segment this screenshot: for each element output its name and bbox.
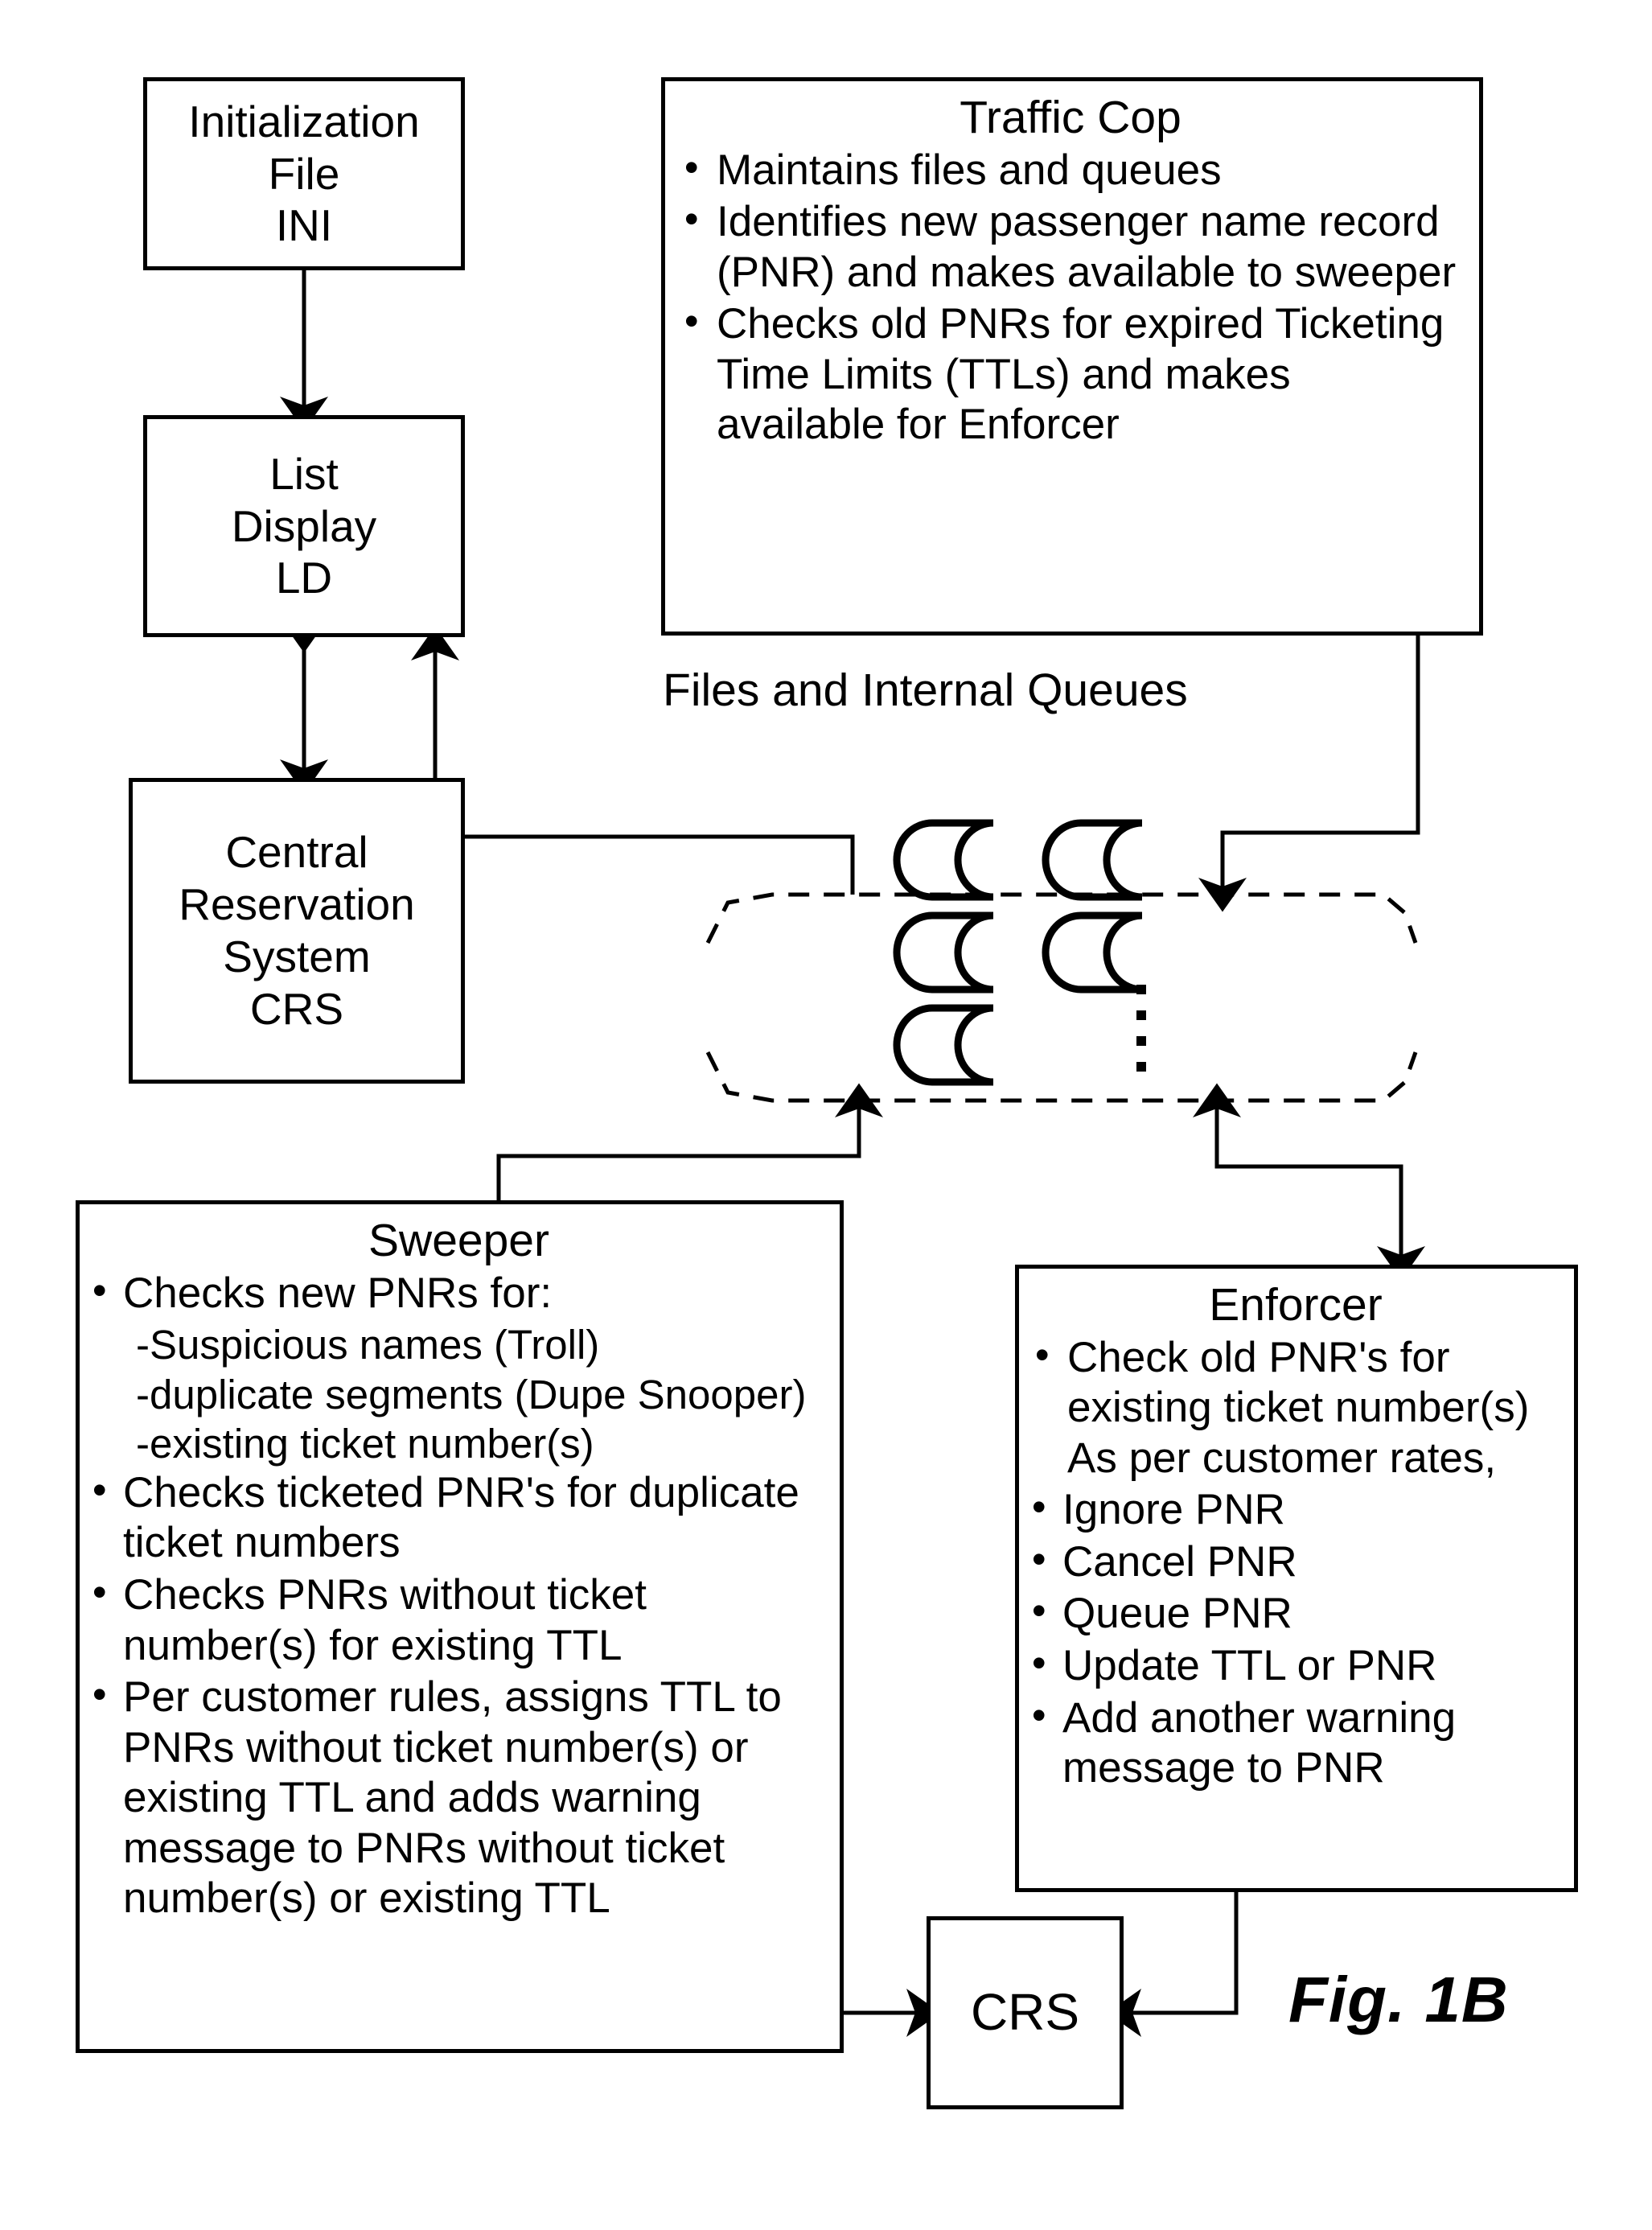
box-enforcer-title: Enforcer (1209, 1279, 1383, 1331)
box-sweeper: Sweeper Checks new PNRs for: -Suspicious… (76, 1200, 844, 2053)
sweeper-sub-bullet: -existing ticket number(s) (136, 1420, 594, 1467)
box-crs-bottom-title: CRS (970, 1983, 1080, 2042)
queue-icon (1042, 819, 1143, 901)
enforcer-bullet: Update TTL or PNR (1030, 1640, 1561, 1692)
sweeper-bullet: Checks PNRs without ticket number(s) for… (91, 1569, 827, 1671)
sweeper-sub-bullet: -Suspicious names (Troll) (136, 1322, 600, 1368)
box-sweeper-title: Sweeper (368, 1215, 549, 1266)
traffic-cop-bullet: Maintains files and queues (680, 144, 1461, 196)
box-central-reservation-system-title: Central Reservation System CRS (179, 827, 415, 1034)
box-traffic-cop-title: Traffic Cop (960, 92, 1181, 143)
figure-1b-diagram: Initialization File INI List Display LD … (0, 0, 1652, 2230)
queue-icon (893, 819, 994, 901)
enforcer-bullet-list: Check old PNR's for existing ticket numb… (1030, 1331, 1561, 1794)
enforcer-bullet: Check old PNR's for existing ticket numb… (1030, 1331, 1561, 1484)
queue-cloud-outline (705, 892, 1418, 1103)
files-and-internal-queues-label: Files and Internal Queues (663, 664, 1188, 716)
sweeper-bullet: Checks ticketed PNR's for duplicate tick… (91, 1467, 827, 1569)
box-enforcer: Enforcer Check old PNR's for existing ti… (1015, 1265, 1578, 1892)
traffic-cop-bullet: Checks old PNRs for expired Ticketing Ti… (680, 298, 1461, 451)
box-list-display-title: List Display LD (231, 448, 377, 603)
traffic-cop-bullet: Identifies new passenger name record (PN… (680, 195, 1461, 298)
box-initialization-file-title: Initialization File INI (188, 96, 420, 251)
box-crs-bottom: CRS (927, 1916, 1124, 2109)
enforcer-bullet: Ignore PNR (1030, 1483, 1561, 1536)
queue-ellipsis-dots (1136, 985, 1146, 1072)
sweeper-bullet: Per customer rules, assigns TTL to PNRs … (91, 1671, 827, 1924)
box-list-display: List Display LD (143, 415, 465, 637)
box-traffic-cop: Traffic Cop Maintains files and queues I… (661, 77, 1483, 636)
figure-label: Fig. 1B (1288, 1964, 1509, 2035)
queue-icon-group (893, 819, 1143, 1086)
enforcer-bullet: Cancel PNR (1030, 1536, 1561, 1588)
sweeper-sub-bullet: -duplicate segments (Dupe Snooper) (136, 1371, 807, 1417)
sweeper-bullet: Checks new PNRs for: (91, 1267, 827, 1319)
arrow-enforcer-to-crs (1107, 1891, 1239, 2037)
queue-icon (1042, 911, 1143, 994)
traffic-cop-bullet-list: Maintains files and queues Identifies ne… (680, 144, 1461, 451)
box-initialization-file: Initialization File INI (143, 77, 465, 270)
arrow-enforcer-to-cloud (1193, 1083, 1425, 1281)
enforcer-bullet: Queue PNR (1030, 1587, 1561, 1640)
sweeper-bullet-list: Checks new PNRs for: (91, 1267, 827, 1319)
queue-icon (893, 1004, 994, 1086)
queue-icon (893, 911, 994, 994)
enforcer-bullet: Add another warning message to PNR (1030, 1692, 1561, 1794)
arrow-trafficcop-to-cloud (1198, 636, 1420, 912)
sweeper-sub-bullet-list: -Suspicious names (Troll) -duplicate seg… (91, 1320, 827, 1468)
arrow-cloud-to-trafficcop (1223, 636, 1418, 895)
sweeper-bullet-list-2: Checks ticketed PNR's for duplicate tick… (91, 1467, 827, 1924)
box-central-reservation-system: Central Reservation System CRS (129, 778, 465, 1084)
